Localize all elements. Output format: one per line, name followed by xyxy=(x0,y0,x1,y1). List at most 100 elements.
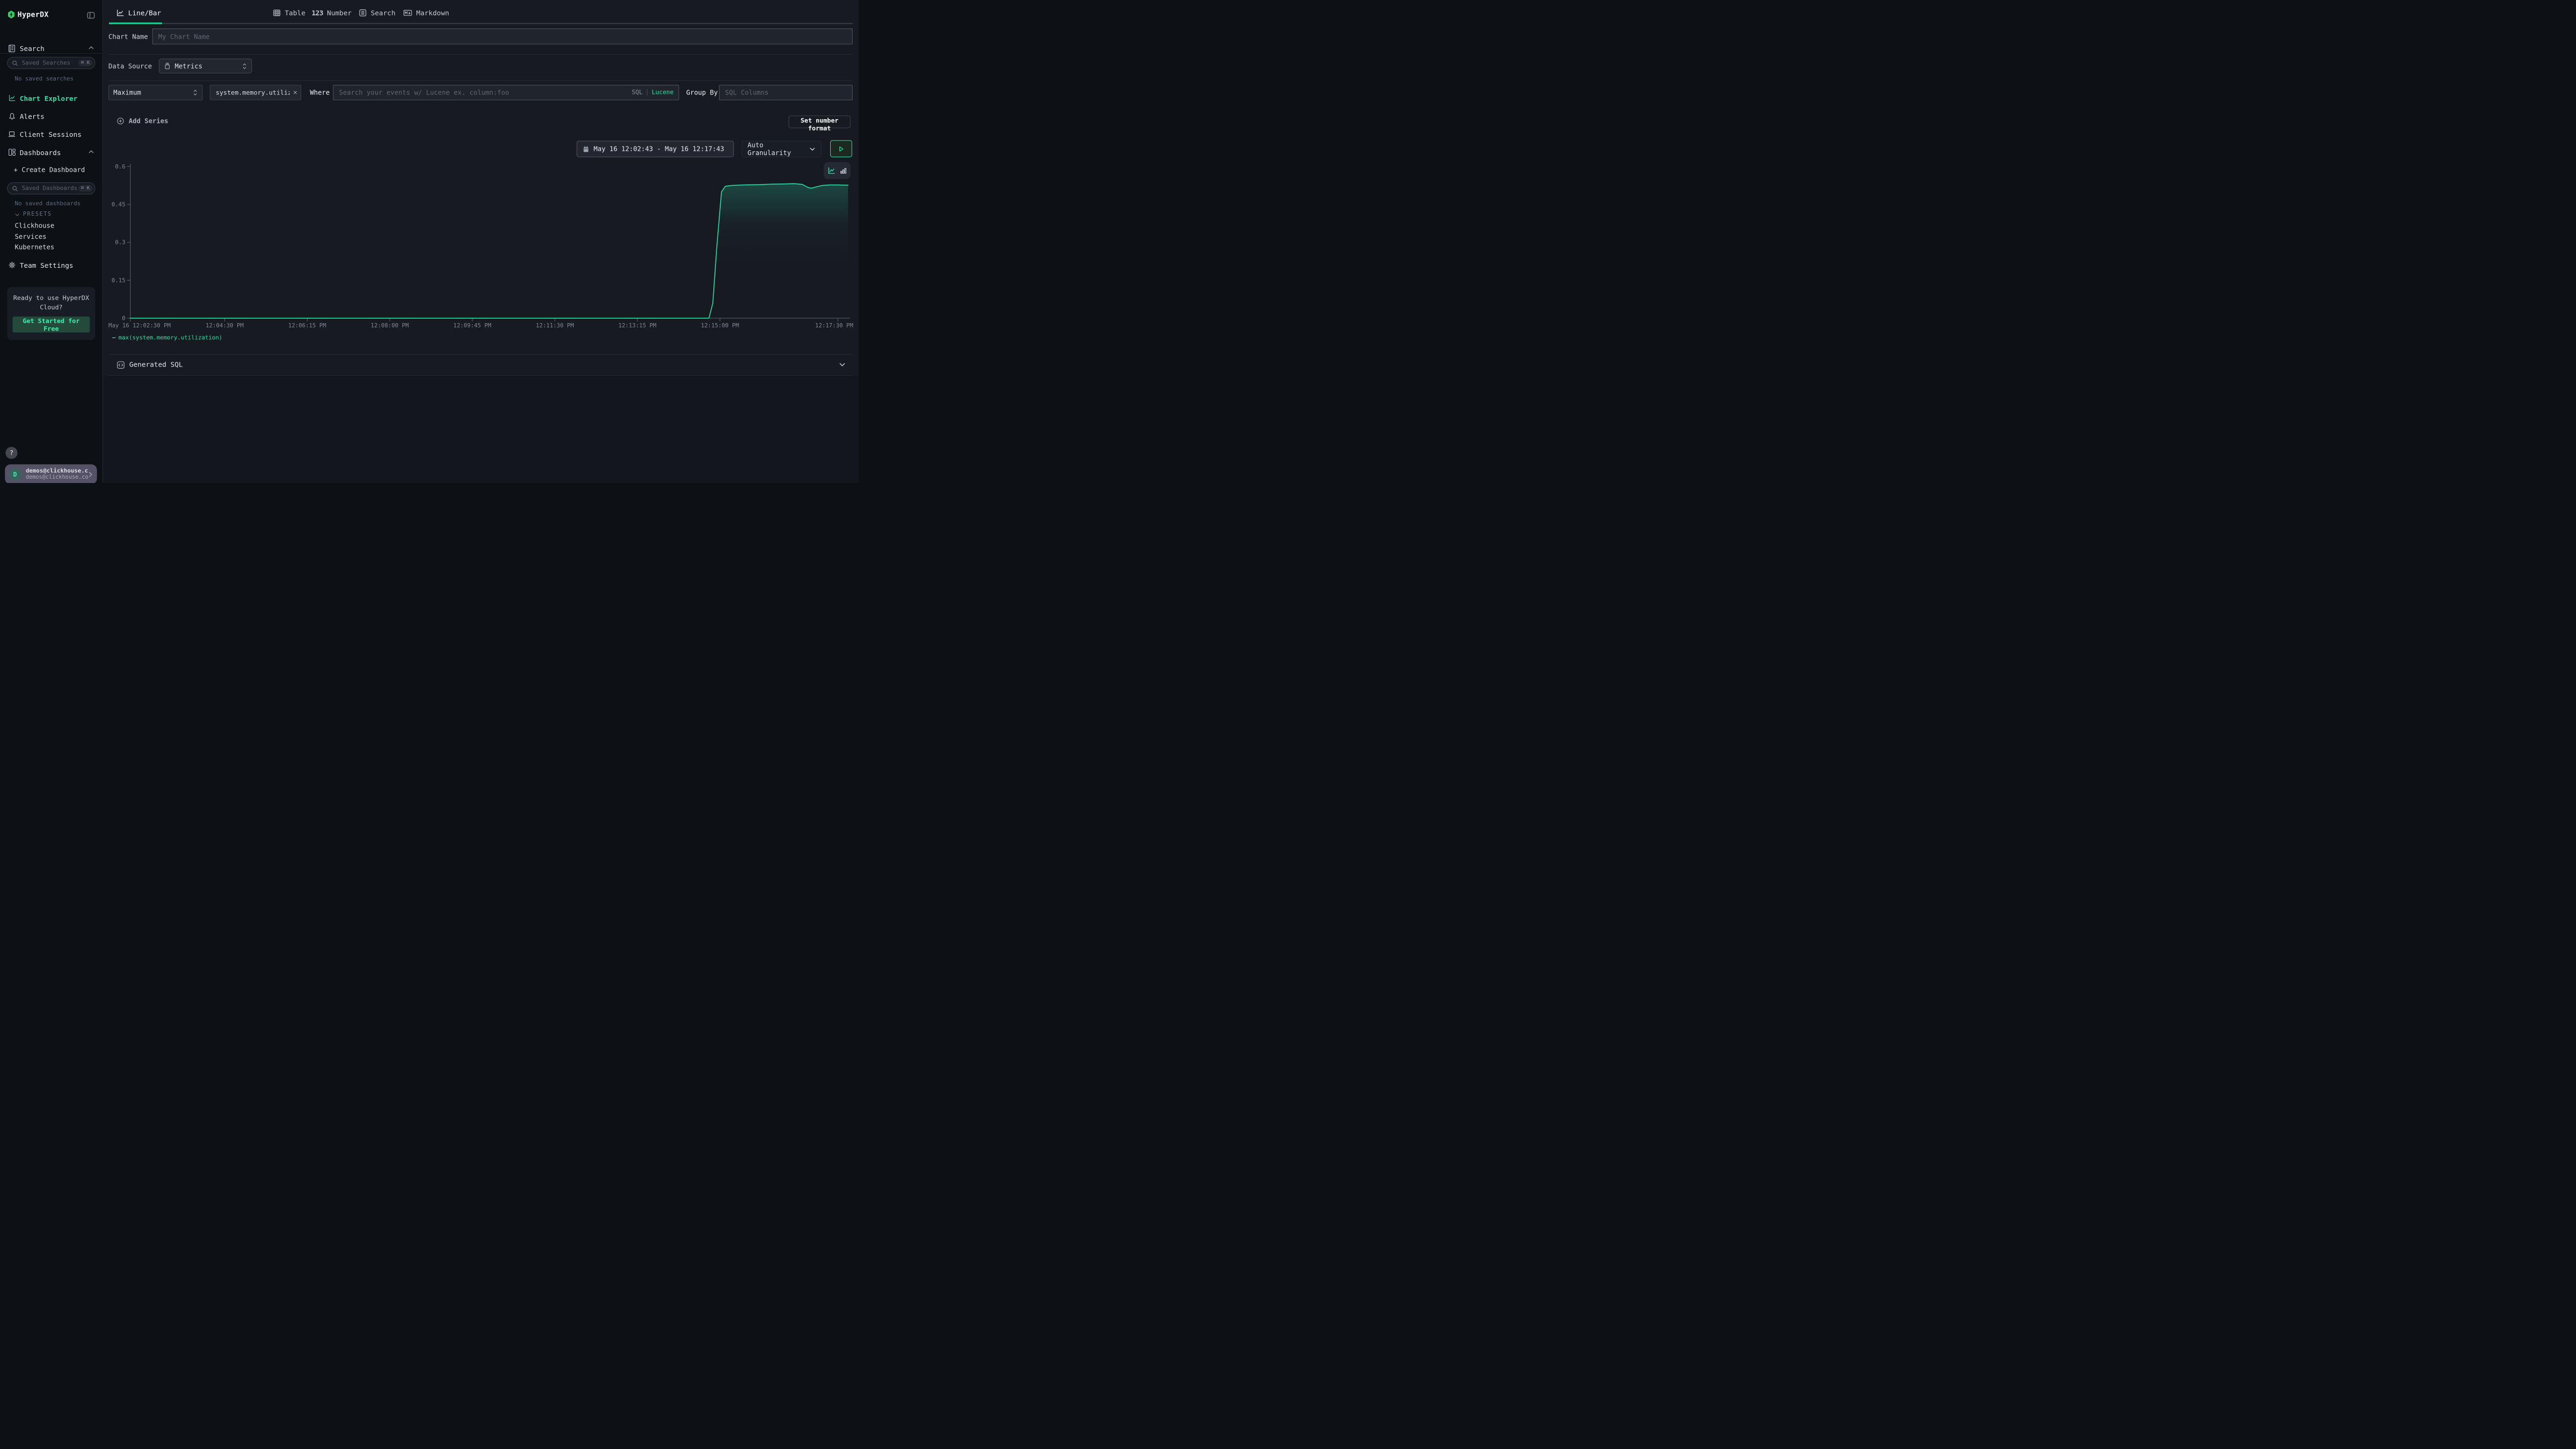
main-panel: Line/Bar Table 123 Number Search Markdow… xyxy=(104,0,859,483)
list-icon xyxy=(358,9,367,17)
sidebar-item-label: Chart Explorer xyxy=(20,94,78,102)
presets-label: PRESETS xyxy=(23,211,52,217)
avatar: D xyxy=(9,468,21,480)
database-icon xyxy=(164,62,171,69)
add-series-button[interactable]: Add Series xyxy=(116,117,168,125)
search-icon xyxy=(12,60,18,66)
preset-services[interactable]: Services xyxy=(15,233,47,240)
granularity-select[interactable]: Auto Granularity xyxy=(742,141,822,157)
chart-plot-area[interactable]: 00.150.30.450.6May 16 12:02:30 PM12:04:3… xyxy=(108,162,856,342)
svg-text:12:06:15 PM: 12:06:15 PM xyxy=(288,322,326,329)
no-saved-searches-text: No saved searches xyxy=(15,76,74,82)
app-window: HyperDX Search ⌘ K No saved searches xyxy=(0,0,859,483)
legend-series-name: max(system.memory.utilization) xyxy=(119,334,223,341)
metric-field-tag[interactable]: system.memory.utiliza × xyxy=(210,85,301,100)
sidebar-item-label: Client Sessions xyxy=(20,130,82,138)
data-source-select[interactable]: Metrics xyxy=(159,58,252,74)
line-bar-chart-icon xyxy=(116,9,124,17)
data-source-value: Metrics xyxy=(175,62,243,70)
generated-sql-label: Generated SQL xyxy=(129,360,183,368)
sidebar-item-label: Alerts xyxy=(20,112,45,120)
hyperdx-logo-icon xyxy=(8,10,14,18)
page-background xyxy=(104,376,859,483)
collapse-sidebar-icon[interactable] xyxy=(87,11,94,19)
table-icon xyxy=(273,9,281,17)
group-by-input[interactable] xyxy=(719,85,853,100)
sidebar-item-team-settings[interactable]: Team Settings xyxy=(0,258,103,273)
chevron-down-icon xyxy=(809,147,815,151)
sidebar-item-client-sessions[interactable]: Client Sessions xyxy=(0,127,103,142)
chart-name-input[interactable] xyxy=(152,28,853,45)
cloud-promo-text: Ready to use HyperDX Cloud? xyxy=(7,294,95,312)
svg-text:12:09:45 PM: 12:09:45 PM xyxy=(453,322,492,329)
tab-number[interactable]: 123 Number xyxy=(312,5,352,20)
number-123-icon: 123 xyxy=(312,9,324,17)
svg-text:0.15: 0.15 xyxy=(112,277,126,284)
sidebar-item-label: Dashboards xyxy=(20,148,61,156)
tab-underline-track xyxy=(109,23,853,24)
dashboards-icon xyxy=(8,149,16,156)
sidebar-divider xyxy=(0,53,103,54)
query-language-toggle[interactable]: SQL|Lucene xyxy=(632,89,674,96)
saved-searches-search[interactable]: ⌘ K xyxy=(7,57,95,69)
updown-chevron-icon xyxy=(193,89,197,96)
group-by-label: Group By xyxy=(686,85,718,100)
user-menu[interactable]: D demos@clickhouse.com demos@clickhouse.… xyxy=(5,464,97,483)
shortcut-badge: ⌘ K xyxy=(78,185,93,192)
saved-searches-input[interactable] xyxy=(21,59,78,67)
where-label: Where xyxy=(310,85,330,100)
user-team: demos@clickhouse.com's xyxy=(26,474,88,481)
lucene-mode-option[interactable]: Lucene xyxy=(652,89,674,96)
sidebar-item-alerts[interactable]: Alerts xyxy=(0,109,103,123)
calendar-icon xyxy=(583,145,589,152)
set-number-format-button[interactable]: Set number format xyxy=(788,115,850,128)
help-button[interactable]: ? xyxy=(5,447,17,459)
svg-text:12:11:30 PM: 12:11:30 PM xyxy=(536,322,574,329)
svg-text:0.6: 0.6 xyxy=(115,163,125,170)
preset-clickhouse[interactable]: Clickhouse xyxy=(15,222,55,229)
svg-text:12:17:30 PM: 12:17:30 PM xyxy=(815,322,853,329)
chevron-down-icon xyxy=(839,363,845,367)
where-search-input[interactable] xyxy=(333,85,679,100)
user-email: demos@clickhouse.com xyxy=(26,467,88,474)
divider xyxy=(108,375,853,376)
preset-kubernetes[interactable]: Kubernetes xyxy=(15,243,55,251)
svg-text:0: 0 xyxy=(122,314,125,321)
tab-bar: Line/Bar Table 123 Number Search Markdow… xyxy=(104,0,859,24)
sidebar-item-dashboards[interactable]: Dashboards xyxy=(0,145,103,159)
shortcut-badge: ⌘ K xyxy=(78,60,93,66)
circle-plus-icon xyxy=(116,117,124,125)
chart-explorer-icon xyxy=(8,94,16,102)
sidebar-item-chart-explorer[interactable]: Chart Explorer xyxy=(0,91,103,105)
run-query-button[interactable] xyxy=(830,140,852,157)
search-section-icon xyxy=(8,44,16,52)
sql-mode-option[interactable]: SQL xyxy=(632,89,642,96)
divider xyxy=(108,54,853,55)
tab-underline-active xyxy=(109,23,162,24)
laptop-icon xyxy=(8,130,16,138)
search-icon xyxy=(12,185,18,191)
generated-sql-toggle[interactable]: Generated SQL xyxy=(104,355,859,375)
svg-text:12:13:15 PM: 12:13:15 PM xyxy=(618,322,656,329)
chart-legend: — max(system.memory.utilization) xyxy=(112,334,222,341)
saved-dashboards-input[interactable] xyxy=(21,185,78,192)
where-search-wrap: SQL|Lucene xyxy=(333,85,679,100)
remove-metric-icon[interactable]: × xyxy=(293,89,297,96)
create-dashboard-button[interactable]: + Create Dashboard xyxy=(14,166,85,173)
code-icon xyxy=(116,361,125,369)
presets-header[interactable]: PRESETS xyxy=(15,211,52,217)
tab-line-bar[interactable]: Line/Bar xyxy=(116,5,161,20)
tab-table[interactable]: Table xyxy=(273,5,305,20)
tab-markdown[interactable]: Markdown xyxy=(403,5,449,20)
cloud-promo-card: Ready to use HyperDX Cloud? Get Started … xyxy=(7,287,95,340)
saved-dashboards-search[interactable]: ⌘ K xyxy=(7,182,95,194)
aggregation-select[interactable]: Maximum xyxy=(108,85,203,100)
svg-text:12:08:00 PM: 12:08:00 PM xyxy=(371,322,409,329)
sidebar: HyperDX Search ⌘ K No saved searches xyxy=(0,0,103,483)
sidebar-item-label: Search xyxy=(20,44,45,52)
get-started-button[interactable]: Get Started for Free xyxy=(12,317,90,333)
sidebar-item-label: Team Settings xyxy=(20,261,74,269)
line-chart[interactable]: 00.150.30.450.6May 16 12:02:30 PM12:04:3… xyxy=(108,162,856,342)
date-range-picker[interactable]: May 16 12:02:43 - May 16 12:17:43 xyxy=(576,141,734,157)
tab-search[interactable]: Search xyxy=(358,5,396,20)
